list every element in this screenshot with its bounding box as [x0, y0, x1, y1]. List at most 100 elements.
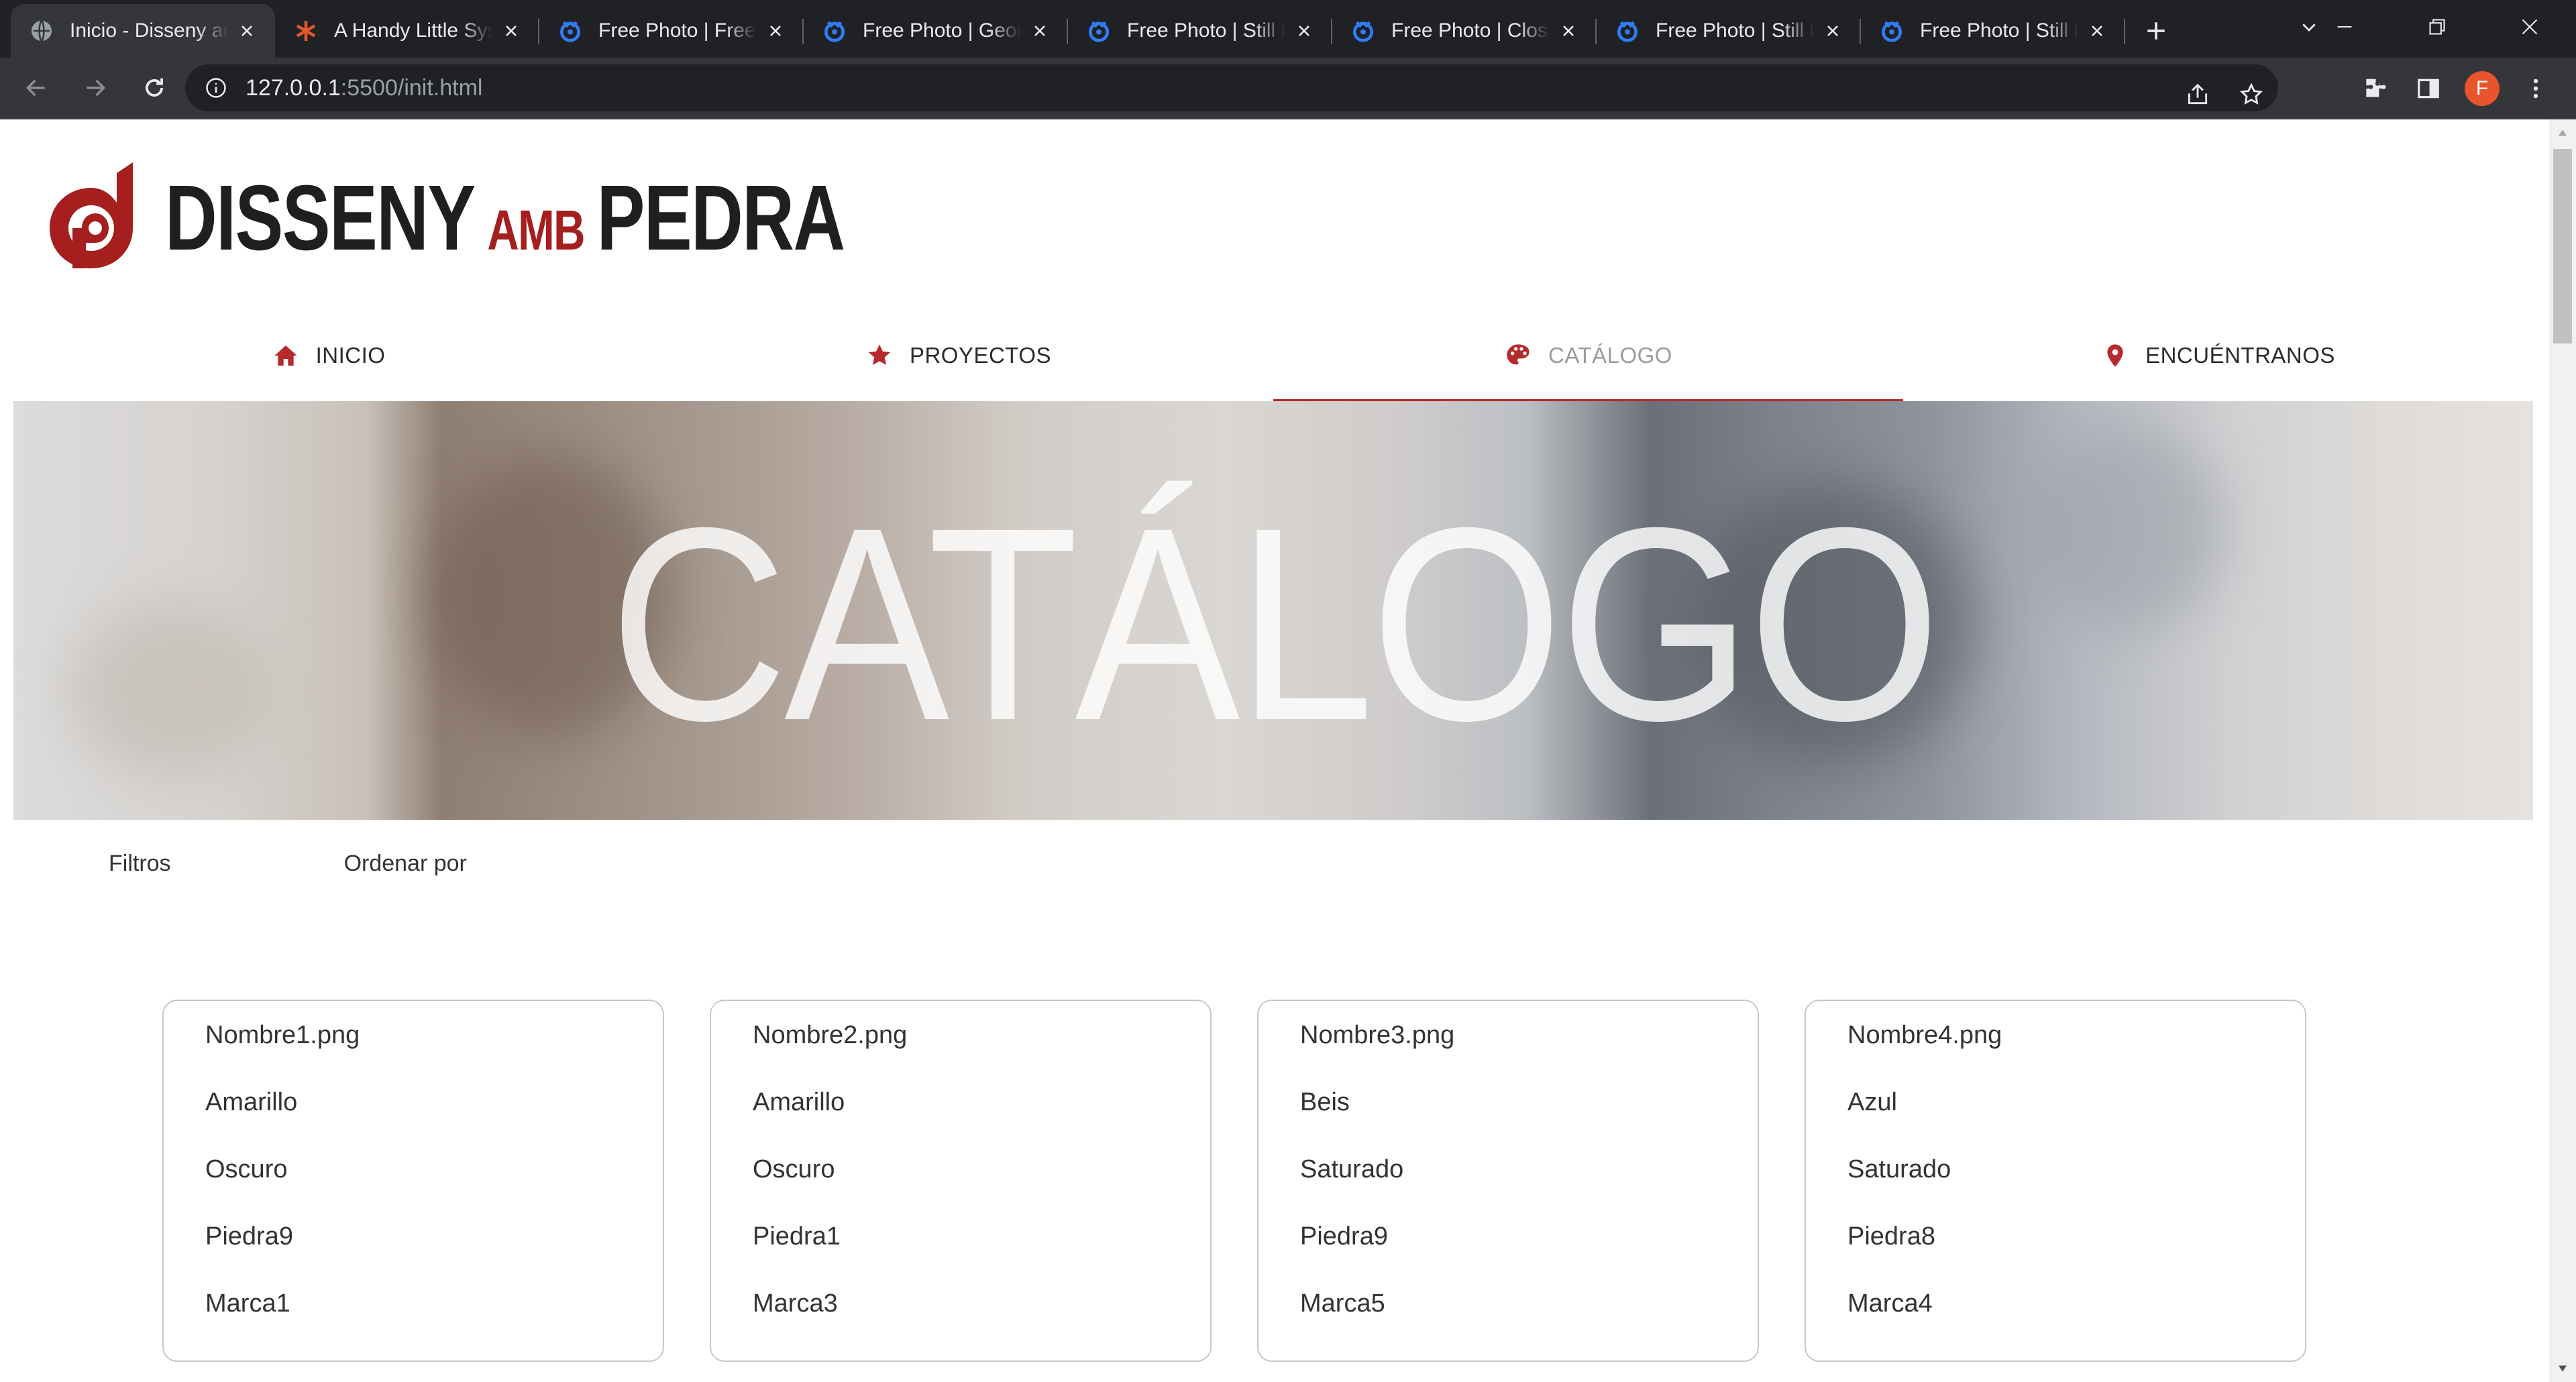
browser-tab[interactable]: Inicio - Disseny amb Pedra — [11, 4, 275, 58]
home-icon — [272, 341, 300, 370]
card-stone: Piedra1 — [753, 1222, 841, 1251]
catalog-grid: Nombre1.png Amarillo Oscuro Piedra9 Marc… — [162, 1000, 2352, 1362]
card-color: Beis — [1300, 1088, 1350, 1116]
plus-icon — [2147, 22, 2165, 40]
card-color: Amarillo — [205, 1088, 298, 1116]
catalog-card[interactable]: Nombre3.png Beis Saturado Piedra9 Marca5 — [1257, 1000, 1759, 1362]
tab-title: Free Photo | Still life — [1656, 19, 1814, 42]
browser-tab[interactable]: A Handy Little System — [275, 4, 539, 58]
globe-icon — [28, 17, 55, 44]
close-tab-icon[interactable] — [2085, 19, 2109, 43]
card-color: Azul — [1847, 1088, 1897, 1116]
new-tab-button[interactable] — [2129, 4, 2183, 58]
triangle-down-icon — [2559, 1365, 2567, 1372]
catalog-card[interactable]: Nombre4.png Azul Saturado Piedra8 Marca4 — [1805, 1000, 2306, 1362]
avatar: F — [2465, 71, 2500, 106]
extensions-button[interactable] — [2348, 62, 2402, 115]
arrow-right-icon — [87, 79, 106, 97]
card-stone: Piedra9 — [1300, 1222, 1388, 1251]
card-tone: Saturado — [1300, 1155, 1404, 1183]
side-panel-icon — [2418, 78, 2439, 99]
close-tab-icon[interactable] — [499, 19, 523, 43]
browser-tab[interactable]: Free Photo | Still life — [1861, 4, 2125, 58]
url-path: :5500/init.html — [340, 74, 483, 101]
close-window-button[interactable] — [2483, 0, 2576, 54]
nav-item-catalogo[interactable]: CATÁLOGO — [1273, 309, 1903, 403]
side-panel-button[interactable] — [2402, 62, 2455, 115]
hero-banner: CATÁLOGO — [13, 401, 2533, 820]
star-icon — [865, 341, 894, 370]
nav-item-encuentranos[interactable]: ENCUÉNTRANOS — [1903, 309, 2533, 403]
card-name: Nombre2.png — [753, 1021, 908, 1049]
close-tab-icon[interactable] — [1028, 19, 1052, 43]
menu-button[interactable] — [2509, 62, 2563, 115]
info-icon[interactable] — [203, 74, 229, 101]
browser-tab[interactable]: Free Photo | Still life — [1597, 4, 1861, 58]
browser-tab[interactable]: Free Photo | Still life — [1068, 4, 1332, 58]
share-icon — [2188, 83, 2208, 105]
card-brand: Marca3 — [753, 1289, 838, 1318]
browser-tab[interactable]: Free Photo | Free — [539, 4, 804, 58]
card-name: Nombre1.png — [205, 1021, 360, 1049]
window-controls — [2298, 0, 2576, 54]
nav-label: ENCUÉNTRANOS — [2145, 343, 2335, 368]
card-brand: Marca4 — [1847, 1289, 1933, 1318]
page-scrollbar[interactable] — [2549, 119, 2576, 1382]
palette-icon — [1504, 341, 1532, 370]
close-icon — [2522, 19, 2538, 35]
catalog-card[interactable]: Nombre2.png Amarillo Oscuro Piedra1 Marc… — [710, 1000, 1212, 1362]
tab-title: Free Photo | Still life — [1920, 19, 2078, 42]
browser-tab[interactable]: Free Photo | Geometric — [804, 4, 1068, 58]
nav-item-proyectos[interactable]: PROYECTOS — [643, 309, 1273, 403]
scrollbar-thumb[interactable] — [2553, 149, 2572, 343]
triangle-up-icon — [2559, 129, 2567, 136]
profile-button[interactable]: F — [2455, 62, 2509, 115]
brand-part-disseny: DISSENY — [165, 166, 476, 270]
scroll-up-button[interactable] — [2549, 119, 2576, 146]
browser-tab[interactable]: Free Photo | Close-up — [1332, 4, 1597, 58]
card-stone: Piedra9 — [205, 1222, 293, 1251]
nav-item-inicio[interactable]: INICIO — [13, 309, 643, 403]
puzzle-icon — [2366, 78, 2386, 97]
page-viewport: DISSENY AMB PEDRA INICIO PROYECTOS CATÁL… — [0, 119, 2576, 1382]
reload-button[interactable] — [127, 61, 181, 115]
url-host: 127.0.0.1 — [246, 74, 341, 101]
filters-button[interactable]: Filtros — [109, 851, 171, 877]
filter-bar: Filtros Ordenar por — [109, 851, 467, 877]
minimize-button[interactable] — [2298, 0, 2391, 54]
browser-toolbar: 127.0.0.1:5500/init.html F — [0, 58, 2576, 119]
scroll-down-button[interactable] — [2549, 1355, 2576, 1382]
address-bar[interactable]: 127.0.0.1:5500/init.html — [185, 64, 2278, 111]
forward-button[interactable] — [68, 61, 122, 115]
card-tone: Oscuro — [753, 1155, 835, 1183]
close-tab-icon[interactable] — [1821, 19, 1845, 43]
kebab-menu-icon — [2533, 78, 2538, 99]
freepik-icon — [1085, 17, 1112, 44]
bookmark-button[interactable] — [2224, 71, 2278, 118]
site-logo[interactable]: DISSENY AMB PEDRA — [44, 161, 1036, 275]
tab-title: Free Photo | Close-up — [1391, 19, 1550, 42]
tab-title: A Handy Little System — [334, 19, 492, 42]
share-button[interactable] — [2171, 71, 2224, 118]
freepik-icon — [557, 17, 584, 44]
tab-title: Inicio - Disseny amb Pedra — [70, 19, 228, 42]
back-button[interactable] — [9, 61, 63, 115]
close-tab-icon[interactable] — [763, 19, 788, 43]
sort-by-button[interactable]: Ordenar por — [344, 851, 467, 877]
restore-button[interactable] — [2391, 0, 2483, 54]
location-pin-icon — [2101, 341, 2129, 370]
tab-title: Free Photo | Free — [598, 19, 756, 42]
nav-label: INICIO — [315, 343, 386, 368]
brand-part-amb: AMB — [487, 198, 585, 262]
catalog-card[interactable]: Nombre1.png Amarillo Oscuro Piedra9 Marc… — [162, 1000, 664, 1362]
reload-icon — [146, 78, 163, 97]
main-navigation: INICIO PROYECTOS CATÁLOGO ENCUÉNTRANOS — [13, 309, 2533, 403]
close-tab-icon[interactable] — [235, 19, 259, 43]
card-brand: Marca1 — [205, 1289, 290, 1318]
browser-tab-strip: Inicio - Disseny amb Pedra A Handy Littl… — [0, 0, 2576, 58]
close-tab-icon[interactable] — [1292, 19, 1316, 43]
close-tab-icon[interactable] — [1556, 19, 1580, 43]
minimize-icon — [2337, 25, 2352, 28]
hero-title: CATÁLOGO — [609, 470, 1941, 778]
card-stone: Piedra8 — [1847, 1222, 1935, 1251]
